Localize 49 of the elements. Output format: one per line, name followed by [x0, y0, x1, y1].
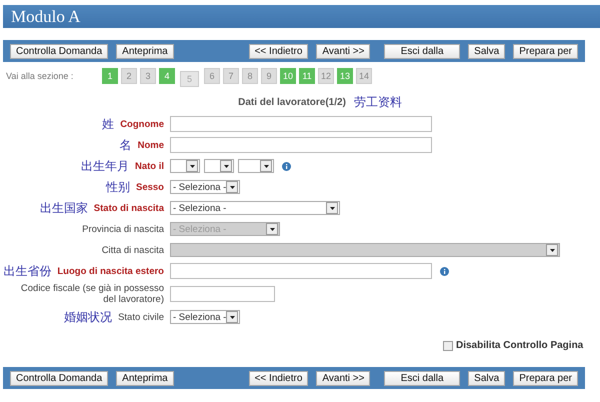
toolbar-button[interactable]: Avanti >>: [316, 370, 370, 386]
window-title: Modulo A: [11, 6, 80, 26]
toolbar-button[interactable]: Esci dalla: [384, 44, 460, 58]
toolbar-button[interactable]: Controlla Domanda: [10, 370, 108, 386]
checkbox[interactable]: [443, 340, 453, 350]
field-label: Provincia di nascita: [82, 224, 164, 234]
dropdown[interactable]: - Seleziona -: [170, 180, 240, 194]
checkbox-label: Disabilita Controllo Pagina: [456, 340, 584, 351]
field-label: Stato di nascita: [94, 202, 164, 214]
toolbar-button[interactable]: Prepara per: [513, 370, 578, 386]
handwritten-note: 婚姻状况: [64, 308, 112, 326]
handwritten-note: 姓: [102, 116, 114, 132]
field-label: Stato civile: [118, 312, 164, 322]
toolbar-button[interactable]: Prepara per: [513, 44, 578, 58]
toolbar-button[interactable]: Esci dalla: [384, 370, 460, 386]
toolbar-button[interactable]: Anteprima: [116, 370, 174, 386]
handwritten-note: 出生年月: [80, 158, 129, 174]
dropdown[interactable]: - Seleziona -: [170, 310, 240, 324]
toolbar-button[interactable]: Salva: [468, 370, 506, 386]
dropdown-value: - Seleziona -: [173, 202, 226, 214]
toolbar-button[interactable]: Anteprima: [116, 44, 174, 58]
info-icon[interactable]: [440, 266, 449, 276]
input-field[interactable]: [170, 286, 275, 302]
field-label: Nome: [138, 140, 164, 150]
toolbar-button[interactable]: << Indietro: [248, 44, 308, 58]
dropdown-value: - Seleziona -: [173, 312, 226, 322]
section-label: Vai alla sezione :: [6, 71, 74, 81]
toolbar-button[interactable]: Avanti >>: [316, 44, 370, 58]
dropdown-value: - Seleziona -: [173, 182, 226, 192]
toolbar-button[interactable]: << Indietro: [248, 370, 308, 386]
handwritten-note: 出生省份: [3, 262, 52, 280]
handwritten-note: 名: [120, 136, 132, 154]
field-label: Citta di nascita: [102, 244, 164, 256]
dropdown[interactable]: - Seleziona -: [170, 201, 340, 215]
section-heading: Dati del lavoratore(1/2): [238, 97, 346, 108]
field-label: Cognome: [120, 118, 164, 130]
field-label: Sesso: [136, 182, 164, 192]
handwritten-note: 劳工资料: [354, 94, 402, 111]
toolbar-button[interactable]: Salva: [468, 44, 506, 58]
handwritten-note: 出生国家: [40, 200, 88, 216]
info-icon[interactable]: [282, 162, 291, 170]
handwritten-note: 性别: [106, 178, 130, 196]
toolbar-button[interactable]: Controlla Domanda: [10, 44, 108, 58]
field-label: Nato il: [134, 160, 164, 172]
input-field[interactable]: [170, 137, 432, 153]
field-label: Codice fiscale (se già in possesso del lavoratore): [20, 283, 164, 305]
field-label: Luogo di nascita estero: [57, 266, 164, 276]
input-field[interactable]: [170, 263, 432, 279]
input-field[interactable]: [170, 116, 432, 132]
